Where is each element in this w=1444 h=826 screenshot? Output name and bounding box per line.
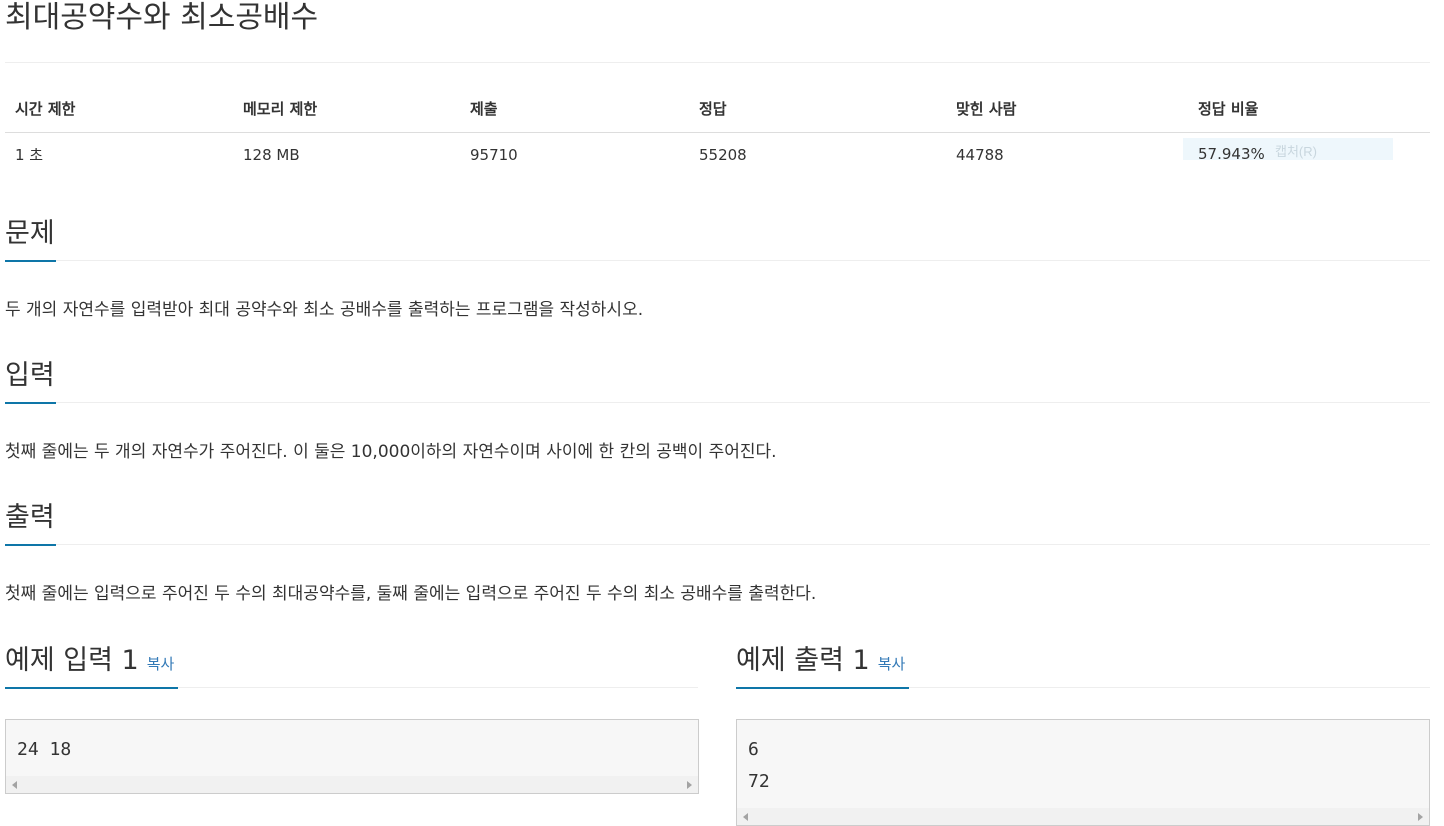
sample-output-underline bbox=[736, 687, 909, 689]
sample-input-box[interactable]: 24 18 bbox=[5, 719, 699, 794]
stats-accepted: 55208 bbox=[699, 146, 747, 164]
scroll-left-arrow-icon[interactable] bbox=[12, 781, 17, 789]
sample-output-content: 6 72 bbox=[748, 739, 770, 792]
scroll-left-arrow-icon[interactable] bbox=[743, 813, 748, 821]
sample-output-copy-button[interactable]: 복사 bbox=[878, 655, 906, 673]
stats-header-ratio: 정답 비율 bbox=[1198, 100, 1259, 118]
sample-input-copy-button[interactable]: 복사 bbox=[147, 655, 175, 673]
stats-time-limit: 1 초 bbox=[15, 146, 44, 164]
scroll-right-arrow-icon[interactable] bbox=[687, 781, 692, 789]
stats-memory-limit: 128 MB bbox=[243, 146, 300, 164]
sample-input-title: 예제 입력 1 bbox=[5, 645, 139, 676]
input-underline bbox=[5, 402, 56, 404]
description-heading: 문제 bbox=[5, 218, 55, 249]
sample-output-title: 예제 출력 1 bbox=[736, 645, 870, 676]
stats-submissions: 95710 bbox=[470, 146, 518, 164]
title-divider bbox=[5, 62, 1430, 63]
scroll-right-arrow-icon[interactable] bbox=[1418, 813, 1423, 821]
output-rule bbox=[5, 544, 1430, 545]
sample-input-heading: 예제 입력 1 복사 bbox=[5, 641, 174, 684]
output-heading: 출력 bbox=[5, 502, 55, 533]
input-rule bbox=[5, 402, 1430, 403]
stats-header-accepted: 정답 bbox=[699, 100, 727, 118]
description-text: 두 개의 자연수를 입력받아 최대 공약수와 최소 공배수를 출력하는 프로그램… bbox=[5, 300, 644, 320]
input-text: 첫째 줄에는 두 개의 자연수가 주어진다. 이 둘은 10,000이하의 자연… bbox=[5, 442, 777, 462]
problem-page: 최대공약수와 최소공배수 시간 제한 메모리 제한 제출 정답 맞힌 사람 정답… bbox=[0, 0, 1444, 826]
stats-solvers: 44788 bbox=[956, 146, 1004, 164]
sample-input-scrollbar[interactable] bbox=[6, 776, 698, 793]
sample-output-scrollbar[interactable] bbox=[737, 808, 1429, 825]
sample-input-underline bbox=[5, 687, 178, 689]
sample-output-box[interactable]: 6 72 bbox=[736, 719, 1430, 826]
description-underline bbox=[5, 260, 56, 262]
problem-title: 최대공약수와 최소공배수 bbox=[5, 0, 319, 35]
stats-header-time-limit: 시간 제한 bbox=[15, 100, 76, 118]
stats-header-memory-limit: 메모리 제한 bbox=[243, 100, 318, 118]
capture-overlay-label: 캡처(R) bbox=[1275, 144, 1317, 159]
output-underline bbox=[5, 544, 56, 546]
stats-header-solvers: 맞힌 사람 bbox=[956, 100, 1017, 118]
stats-header-row: 시간 제한 메모리 제한 제출 정답 맞힌 사람 정답 비율 bbox=[5, 88, 1430, 133]
stats-header-submissions: 제출 bbox=[470, 100, 498, 118]
input-heading: 입력 bbox=[5, 360, 55, 391]
output-text: 첫째 줄에는 입력으로 주어진 두 수의 최대공약수를, 둘째 줄에는 입력으로… bbox=[5, 584, 817, 604]
description-rule bbox=[5, 260, 1430, 261]
sample-output-heading: 예제 출력 1 복사 bbox=[736, 641, 905, 684]
stats-ratio: 57.943% bbox=[1198, 145, 1265, 163]
sample-input-content: 24 18 bbox=[17, 739, 72, 760]
